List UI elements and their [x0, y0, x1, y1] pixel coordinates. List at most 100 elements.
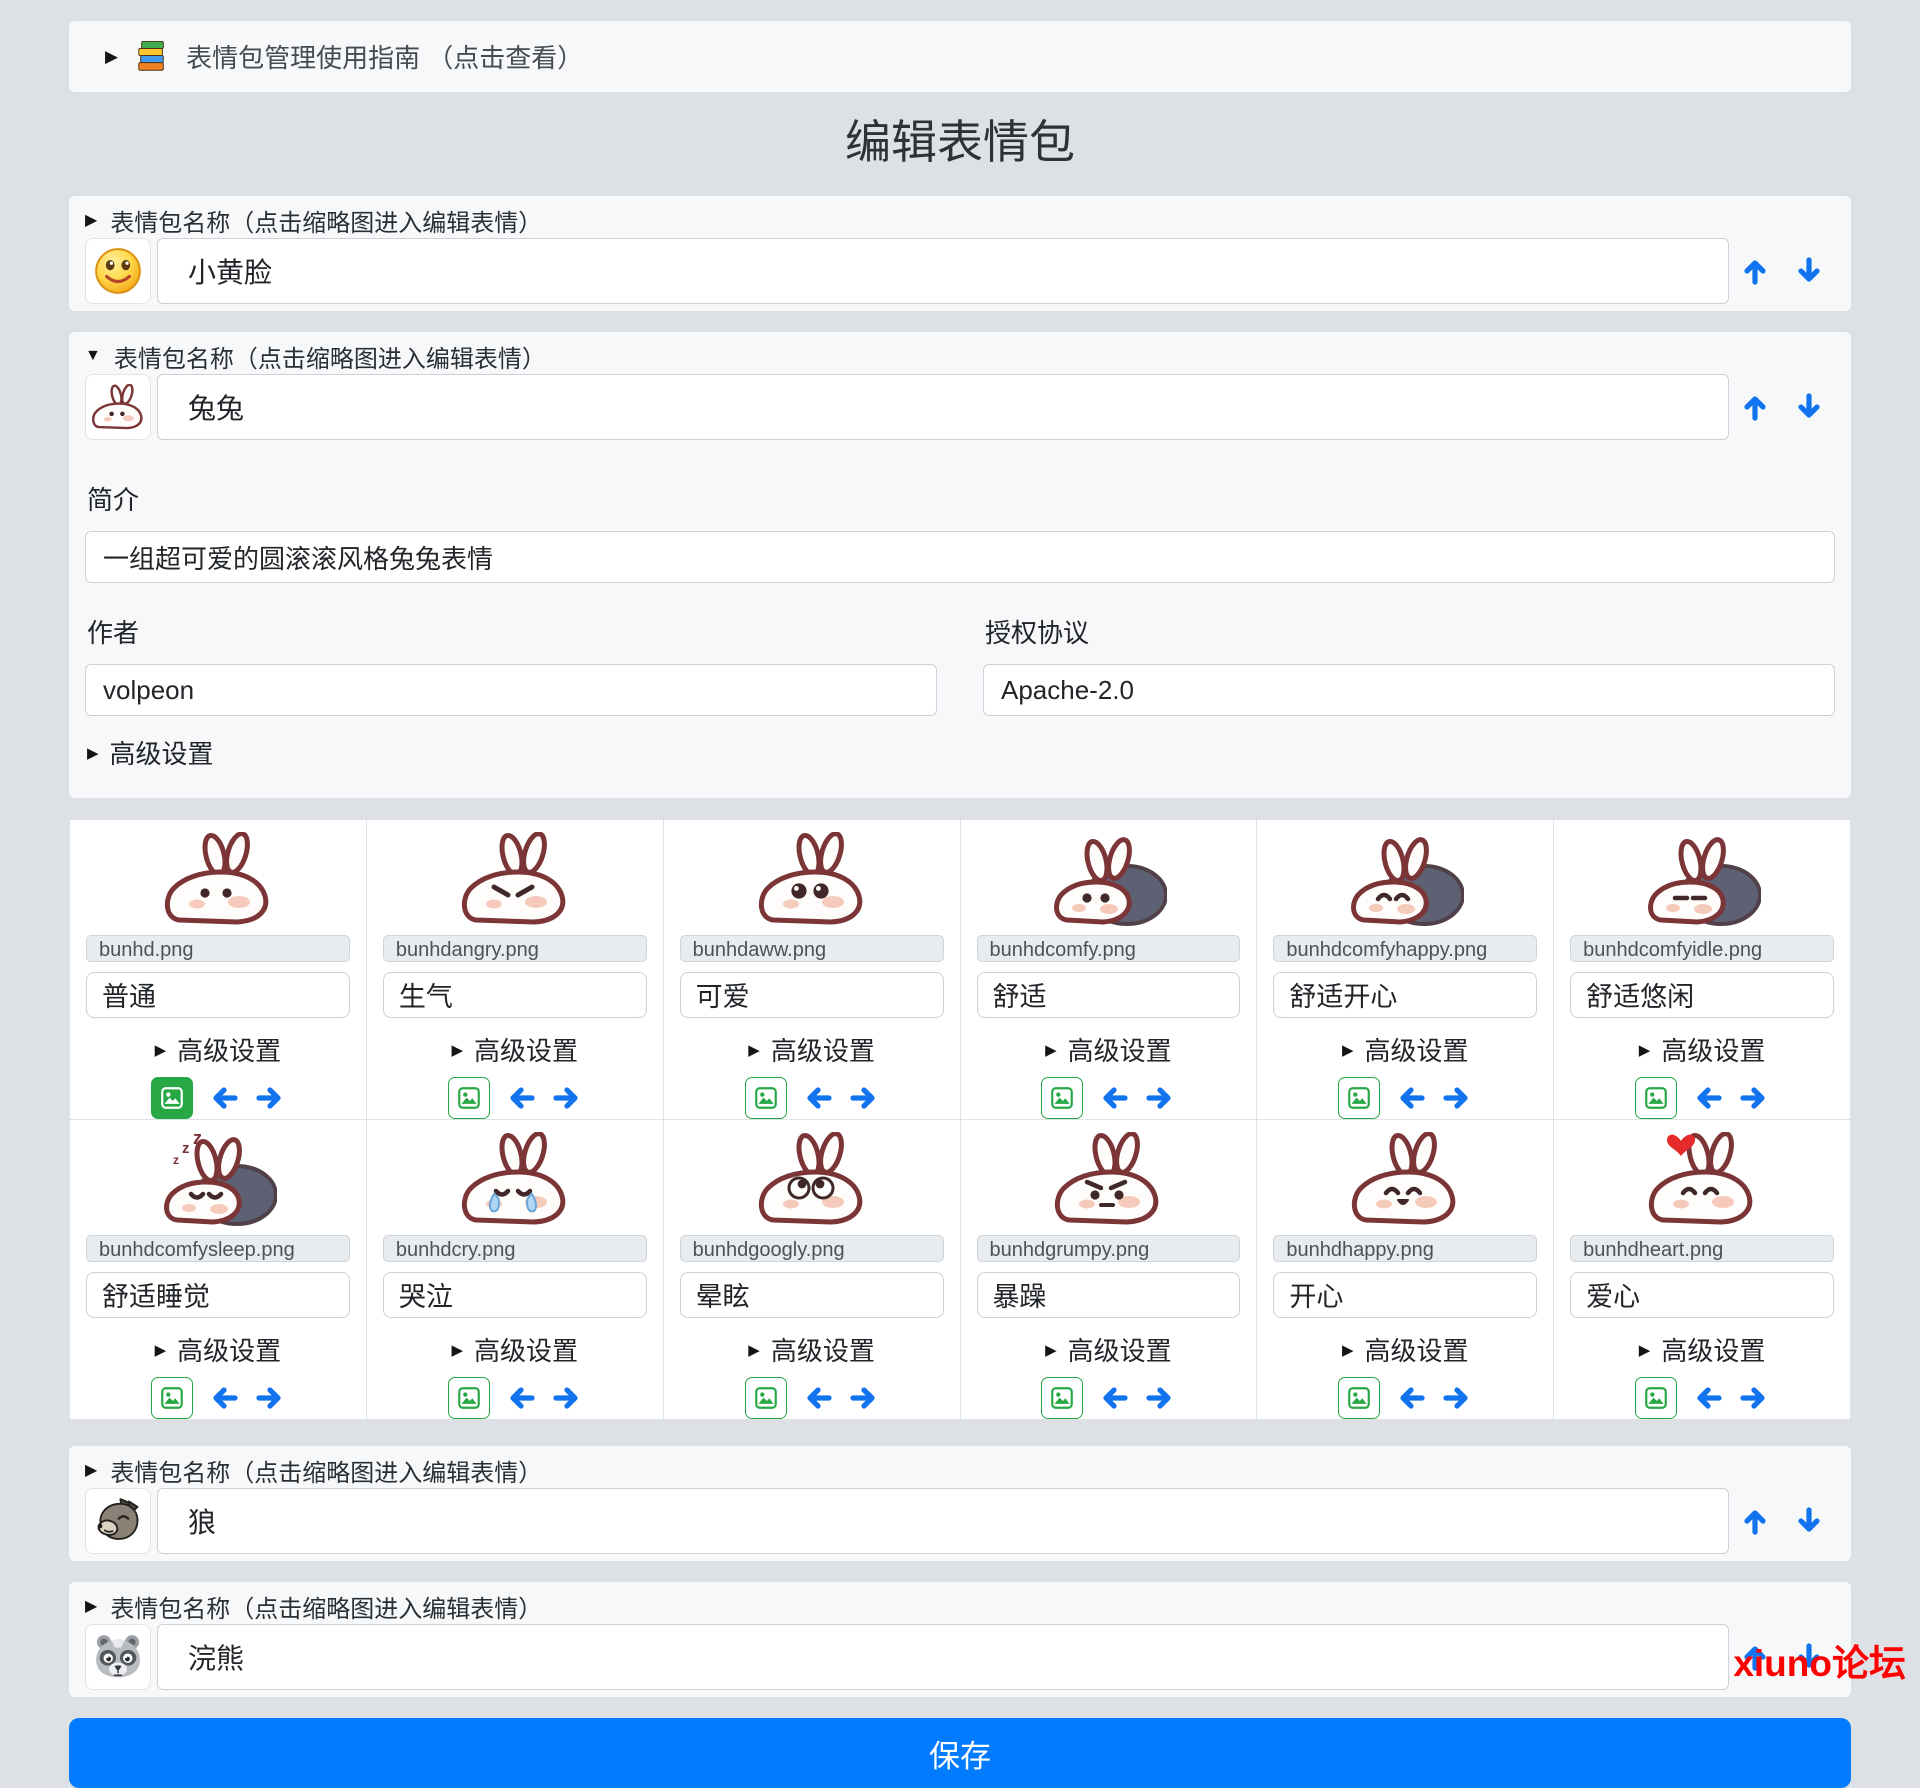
emote-advanced-toggle[interactable]: ▶ 高级设置 [451, 1331, 578, 1368]
move-down-button[interactable] [1794, 1506, 1824, 1536]
pack-name-input[interactable] [157, 374, 1729, 440]
emote-advanced-toggle[interactable]: ▶ 高级设置 [155, 1031, 282, 1068]
pack-thumbnail-button[interactable] [85, 1624, 151, 1690]
move-left-button[interactable] [1099, 1383, 1129, 1413]
pack-thumbnail-button[interactable] [85, 374, 151, 440]
pack-advanced-toggle[interactable]: ▶ 高级设置 [87, 734, 1835, 771]
pack-name-input[interactable] [157, 238, 1729, 304]
image-file-button[interactable] [1635, 1377, 1678, 1419]
emote-name-input[interactable] [1570, 1271, 1834, 1318]
emote-advanced-toggle[interactable]: ▶ 高级设置 [1342, 1331, 1469, 1368]
emote-thumbnail[interactable]: zzz [159, 1132, 277, 1228]
emote-advanced-toggle[interactable]: ▶ 高级设置 [155, 1331, 282, 1368]
emote-name-input[interactable] [86, 971, 350, 1018]
pack-thumbnail-button[interactable] [85, 238, 151, 304]
move-left-button[interactable] [1693, 1383, 1723, 1413]
move-left-button[interactable] [803, 1383, 833, 1413]
guide-bar[interactable]: ▶ 表情包管理使用指南 （点击查看） [69, 21, 1851, 92]
move-up-button[interactable] [1740, 1506, 1770, 1536]
move-left-button[interactable] [803, 1083, 833, 1113]
pack-order-controls [1729, 1506, 1835, 1536]
move-right-button[interactable] [1739, 1383, 1769, 1413]
move-right-button[interactable] [1145, 1383, 1175, 1413]
move-right-button[interactable] [1739, 1083, 1769, 1113]
image-file-button[interactable] [744, 1377, 787, 1419]
pack-thumbnail-button[interactable] [85, 1488, 151, 1554]
image-file-button[interactable] [447, 1377, 490, 1419]
emote-thumbnail[interactable] [1643, 1132, 1761, 1228]
emote-thumbnail[interactable] [753, 832, 871, 928]
emote-thumbnail[interactable] [753, 1132, 871, 1228]
move-right-button[interactable] [1145, 1083, 1175, 1113]
emote-advanced-toggle[interactable]: ▶ 高级设置 [451, 1031, 578, 1068]
emote-thumbnail[interactable] [159, 832, 277, 928]
emote-thumbnail[interactable] [1049, 1132, 1167, 1228]
intro-input[interactable] [85, 531, 1835, 583]
page-container: ▶ 表情包管理使用指南 （点击查看） 编辑表情包 ▶ 表情包名称（点击缩略图进入… [0, 0, 1920, 1788]
image-file-button[interactable] [150, 1077, 193, 1119]
image-file-button[interactable] [447, 1077, 490, 1119]
emote-advanced-toggle[interactable]: ▶ 高级设置 [1639, 1031, 1766, 1068]
move-left-button[interactable] [209, 1083, 239, 1113]
emote-name-input[interactable] [1570, 971, 1834, 1018]
move-up-button[interactable] [1740, 392, 1770, 422]
emote-filename: bunhdcomfysleep.png [86, 1235, 350, 1262]
emote-name-input[interactable] [382, 1271, 647, 1318]
move-left-button[interactable] [506, 1083, 536, 1113]
pack-header-toggle[interactable]: ▶ 表情包名称（点击缩略图进入编辑表情） [85, 204, 1835, 237]
license-input[interactable] [983, 664, 1835, 716]
emote-name-input[interactable] [679, 1271, 944, 1318]
move-right-button[interactable] [255, 1083, 285, 1113]
image-file-button[interactable] [744, 1077, 787, 1119]
emote-name-input[interactable] [976, 1271, 1241, 1318]
move-left-button[interactable] [506, 1383, 536, 1413]
emote-thumbnail[interactable] [1346, 1132, 1464, 1228]
image-file-button[interactable] [150, 1377, 193, 1419]
emote-advanced-toggle[interactable]: ▶ 高级设置 [1639, 1331, 1766, 1368]
move-right-button[interactable] [255, 1383, 285, 1413]
emote-name-input[interactable] [679, 971, 944, 1018]
move-left-button[interactable] [1099, 1083, 1129, 1113]
image-file-button[interactable] [1041, 1077, 1084, 1119]
emote-name-input[interactable] [86, 1271, 350, 1318]
pack-header-toggle[interactable]: ▶ 表情包名称（点击缩略图进入编辑表情） [85, 1454, 1835, 1487]
move-left-button[interactable] [1693, 1083, 1723, 1113]
emote-thumbnail[interactable] [456, 832, 574, 928]
move-right-button[interactable] [552, 1083, 582, 1113]
emote-name-input[interactable] [382, 971, 647, 1018]
emote-advanced-toggle[interactable]: ▶ 高级设置 [748, 1031, 875, 1068]
image-file-button[interactable] [1635, 1077, 1678, 1119]
emote-thumbnail[interactable] [456, 1132, 574, 1228]
move-down-button[interactable] [1794, 392, 1824, 422]
image-file-button[interactable] [1041, 1377, 1084, 1419]
emote-advanced-toggle[interactable]: ▶ 高级设置 [1045, 1031, 1172, 1068]
emote-name-input[interactable] [1273, 971, 1538, 1018]
author-input[interactable] [85, 664, 937, 716]
move-up-button[interactable] [1740, 256, 1770, 286]
emote-thumbnail[interactable] [1049, 832, 1168, 928]
move-left-button[interactable] [209, 1383, 239, 1413]
pack-header-toggle[interactable]: ▼ 表情包名称（点击缩略图进入编辑表情） [85, 340, 1835, 373]
move-right-button[interactable] [552, 1383, 582, 1413]
save-button[interactable]: 保存 [69, 1718, 1851, 1788]
move-right-button[interactable] [849, 1083, 879, 1113]
image-file-button[interactable] [1338, 1377, 1381, 1419]
emote-thumbnail[interactable] [1643, 832, 1762, 928]
move-left-button[interactable] [1396, 1083, 1426, 1113]
pack-name-input[interactable] [157, 1624, 1729, 1690]
pack-header-toggle[interactable]: ▶ 表情包名称（点击缩略图进入编辑表情） [85, 1590, 1835, 1623]
emote-name-input[interactable] [976, 971, 1241, 1018]
move-left-button[interactable] [1396, 1383, 1426, 1413]
emote-name-input[interactable] [1273, 1271, 1538, 1318]
emote-thumbnail[interactable] [1346, 832, 1465, 928]
caret-right-icon: ▶ [1638, 1041, 1651, 1059]
move-right-button[interactable] [849, 1383, 879, 1413]
move-right-button[interactable] [1442, 1383, 1472, 1413]
pack-name-input[interactable] [157, 1488, 1729, 1554]
emote-advanced-toggle[interactable]: ▶ 高级设置 [1342, 1031, 1469, 1068]
image-file-button[interactable] [1338, 1077, 1381, 1119]
emote-advanced-toggle[interactable]: ▶ 高级设置 [1045, 1331, 1172, 1368]
move-down-button[interactable] [1794, 256, 1824, 286]
move-right-button[interactable] [1442, 1083, 1472, 1113]
emote-advanced-toggle[interactable]: ▶ 高级设置 [748, 1331, 875, 1368]
